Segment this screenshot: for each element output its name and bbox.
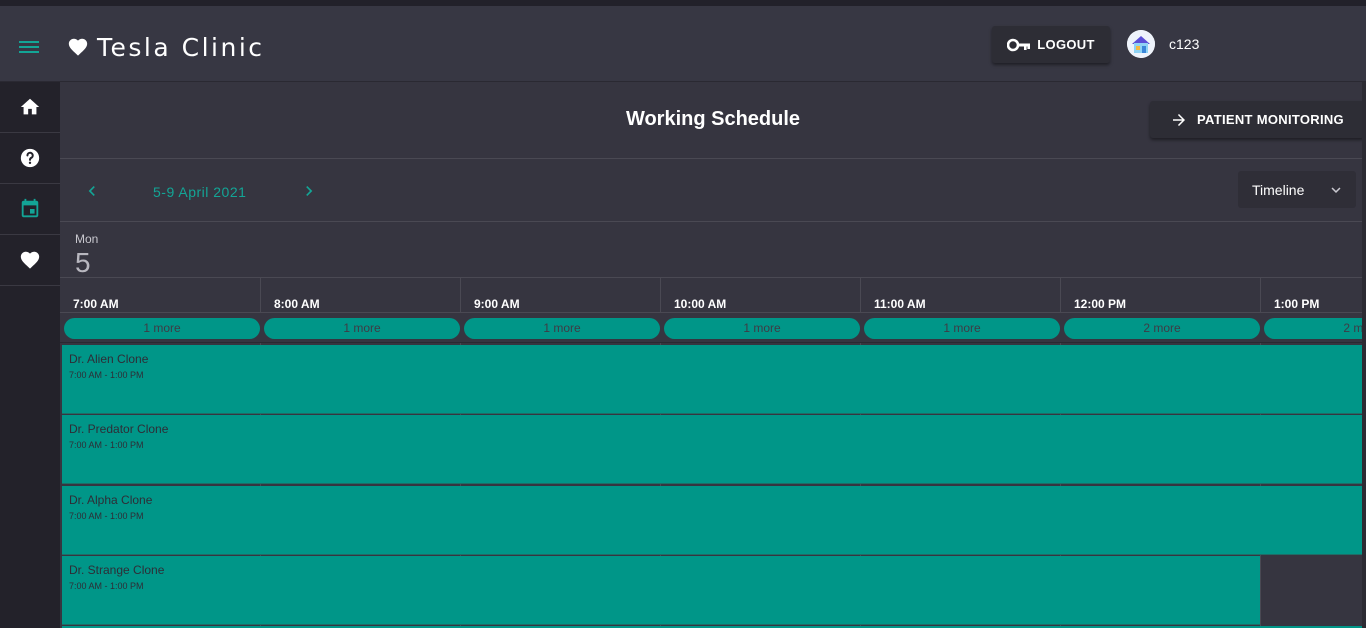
- time-slot-label: 11:00 AM: [874, 297, 926, 311]
- schedule-event[interactable]: Dr. Alien Clone 7:00 AM - 1:00 PM: [62, 345, 1366, 414]
- avatar[interactable]: [1127, 30, 1155, 58]
- event-time: 7:00 AM - 1:00 PM: [69, 440, 144, 450]
- logout-label: LOGOUT: [1037, 37, 1095, 52]
- sidebar-item-home[interactable]: [0, 82, 60, 133]
- more-events-button[interactable]: 1 more: [464, 318, 660, 339]
- logout-button[interactable]: LOGOUT: [992, 26, 1110, 63]
- time-slot-label: 7:00 AM: [73, 297, 119, 311]
- top-bar: Tesla Clinic LOGOUT c123: [0, 0, 1366, 82]
- username: c123: [1169, 36, 1200, 52]
- day-header: Mon 5: [60, 222, 1366, 278]
- brand-name: Tesla Clinic: [97, 32, 265, 62]
- scrollbar[interactable]: [1362, 82, 1366, 628]
- event-title: Dr. Alpha Clone: [69, 493, 153, 507]
- event-time: 7:00 AM - 1:00 PM: [69, 370, 144, 380]
- help-icon: [20, 148, 40, 168]
- day-number[interactable]: 5: [75, 247, 91, 279]
- app-root: Tesla Clinic LOGOUT c123 Working Schedul…: [0, 0, 1366, 628]
- time-slot-header: 7:00 AM: [60, 278, 260, 313]
- more-events-button[interactable]: 1 more: [864, 318, 1060, 339]
- prev-button[interactable]: [82, 181, 102, 201]
- time-slot-label: 8:00 AM: [274, 297, 320, 311]
- more-events-button[interactable]: 1 more: [264, 318, 460, 339]
- brand[interactable]: Tesla Clinic: [67, 32, 265, 62]
- time-slot-header: 12:00 PM: [1060, 278, 1260, 313]
- key-icon: [1007, 38, 1031, 51]
- heart-icon: [20, 251, 40, 269]
- sidebar-item-help[interactable]: [0, 133, 60, 184]
- time-slot-header: 8:00 AM: [260, 278, 460, 313]
- event-time: 7:00 AM - 1:00 PM: [69, 511, 144, 521]
- heart-icon: [68, 38, 88, 56]
- patient-monitoring-label: PATIENT MONITORING: [1197, 112, 1344, 127]
- sidebar-item-schedule[interactable]: [0, 184, 60, 235]
- more-events-button[interactable]: 2 more: [1064, 318, 1260, 339]
- more-events-button[interactable]: 1 more: [64, 318, 260, 339]
- event-title: Dr. Alien Clone: [69, 352, 149, 366]
- event-title: Dr. Predator Clone: [69, 422, 169, 436]
- chevron-down-icon: [1331, 187, 1341, 193]
- side-nav: [0, 82, 60, 628]
- schedule-event[interactable]: Dr. Strange Clone 7:00 AM - 1:00 PM: [62, 556, 1260, 625]
- house-avatar-icon: [1127, 30, 1155, 58]
- home-icon: [20, 98, 40, 115]
- more-events-button[interactable]: 1 more: [664, 318, 860, 339]
- time-slot-label: 10:00 AM: [674, 297, 727, 311]
- more-indicator-row: 1 more 1 more 1 more 1 more 1 more 2 mor…: [60, 313, 1366, 343]
- time-slot-label: 12:00 PM: [1074, 297, 1127, 311]
- date-range-label[interactable]: 5-9 April 2021: [153, 184, 246, 200]
- day-name: Mon: [75, 232, 99, 246]
- calendar-icon: [21, 198, 39, 218]
- timeline-grid: Dr. Alien Clone 7:00 AM - 1:00 PM Dr. Pr…: [60, 343, 1366, 628]
- chevron-right-icon: [306, 186, 313, 196]
- schedule-event[interactable]: Dr. Predator Clone 7:00 AM - 1:00 PM: [62, 415, 1366, 484]
- chevron-left-icon: [88, 186, 95, 196]
- time-slot-header: 9:00 AM: [460, 278, 660, 313]
- time-slot-label: 9:00 AM: [474, 297, 520, 311]
- next-button[interactable]: [299, 181, 319, 201]
- more-events-button[interactable]: 2 more: [1264, 318, 1366, 339]
- event-title: Dr. Strange Clone: [69, 563, 165, 577]
- time-header-row: 7:00 AM 8:00 AM 9:00 AM 10:00 AM 11:00 A…: [60, 278, 1366, 313]
- time-slot-header: 10:00 AM: [660, 278, 860, 313]
- scheduler-toolbar: 5-9 April 2021 Timeline: [60, 159, 1366, 222]
- main-content: Working Schedule PATIENT MONITORING 5-9 …: [60, 82, 1366, 628]
- scheduler: 5-9 April 2021 Timeline Mon 5 7:00 AM 8:…: [60, 158, 1366, 628]
- event-time: 7:00 AM - 1:00 PM: [69, 581, 144, 591]
- patient-monitoring-button[interactable]: PATIENT MONITORING: [1150, 101, 1364, 138]
- time-slot-label: 1:00 PM: [1274, 297, 1320, 311]
- sidebar-item-health[interactable]: [0, 235, 60, 286]
- time-slot-header: 11:00 AM: [860, 278, 1060, 313]
- hamburger-icon[interactable]: [19, 38, 41, 56]
- arrow-right-icon: [1173, 113, 1186, 126]
- view-select[interactable]: Timeline: [1238, 171, 1356, 208]
- view-select-value: Timeline: [1252, 182, 1305, 198]
- time-slot-header: 1:00 PM: [1260, 278, 1366, 313]
- schedule-event[interactable]: Dr. Alpha Clone 7:00 AM - 1:00 PM: [62, 486, 1366, 555]
